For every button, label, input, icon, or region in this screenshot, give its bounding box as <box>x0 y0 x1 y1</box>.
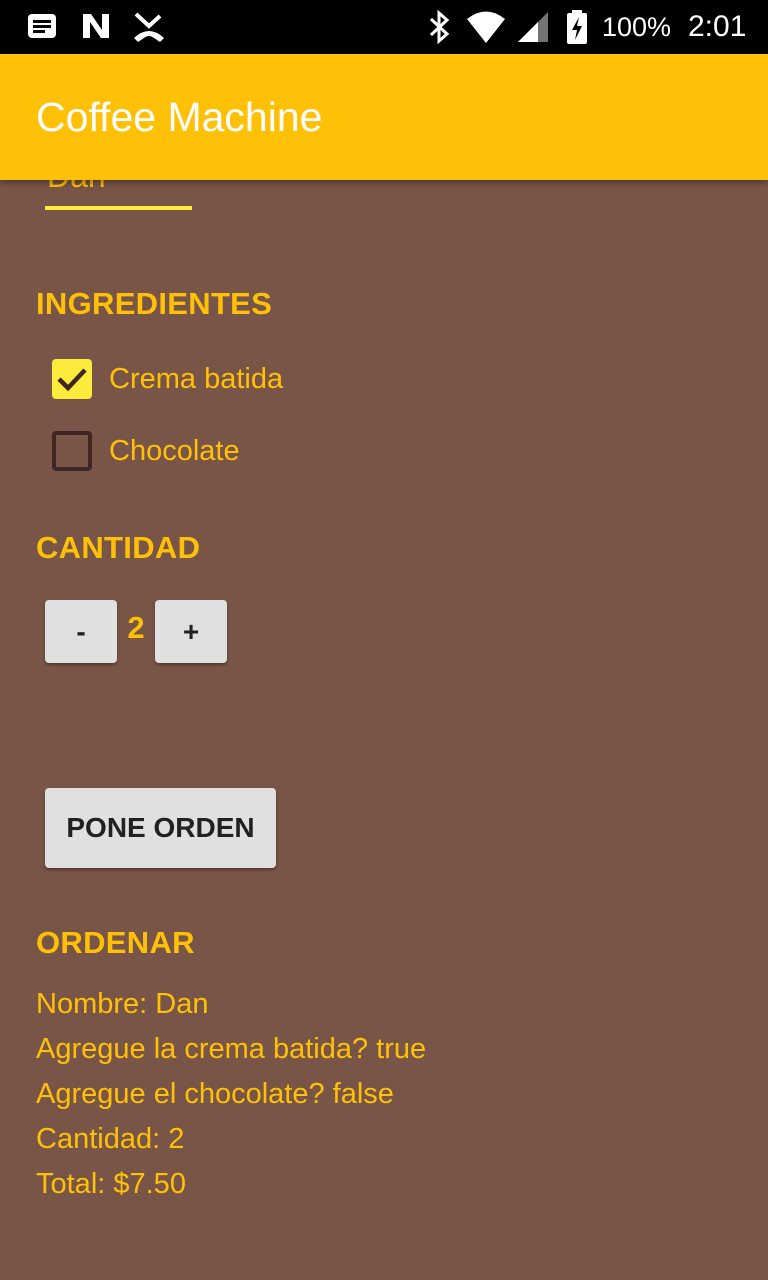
app-title: Coffee Machine <box>36 94 323 140</box>
place-order-label: PONE ORDEN <box>66 812 255 843</box>
decrement-label: - <box>76 615 86 647</box>
summary-total: Total: $7.50 <box>36 1168 186 1200</box>
quantity-heading: CANTIDAD <box>36 530 201 565</box>
summary-quantity: Cantidad: 2 <box>36 1123 185 1155</box>
battery-charging-icon <box>567 10 587 44</box>
summary-whipped-cream: Agregue la crema batida? true <box>36 1033 427 1065</box>
app-bar: Coffee Machine <box>0 54 768 180</box>
quantity-value: 2 <box>127 610 145 645</box>
nfc-icon <box>83 14 109 38</box>
decrement-button[interactable]: - <box>45 600 117 663</box>
increment-label: + <box>182 615 200 647</box>
notification-icon <box>28 14 56 38</box>
chocolate-checkbox[interactable] <box>52 431 92 471</box>
place-order-button[interactable]: PONE ORDEN <box>45 788 276 868</box>
status-bar: 100% 2:01 <box>0 0 768 54</box>
checkmark-icon <box>57 368 87 392</box>
whipped-cream-checkbox[interactable] <box>52 359 92 399</box>
battery-percent: 100% <box>602 12 672 42</box>
wifi-icon <box>467 11 505 43</box>
chocolate-label: Chocolate <box>109 434 240 467</box>
summary-chocolate: Agregue el chocolate? false <box>36 1078 394 1110</box>
chocolate-checkbox-row[interactable]: Chocolate <box>52 430 240 472</box>
signal-icon <box>518 12 548 42</box>
clock: 2:01 <box>688 10 747 43</box>
increment-button[interactable]: + <box>155 600 227 663</box>
app-screen: 100% 2:01 Coffee Machine Dan INGREDIENTE… <box>0 0 768 1280</box>
whipped-cream-checkbox-row[interactable]: Crema batida <box>52 358 283 400</box>
whipped-cream-label: Crema batida <box>109 362 284 395</box>
missed-call-icon <box>134 12 164 42</box>
summary-name: Nombre: Dan <box>36 988 209 1020</box>
ingredients-heading: INGREDIENTES <box>36 286 273 321</box>
bluetooth-icon <box>429 10 450 44</box>
order-summary-heading: ORDENAR <box>36 925 195 960</box>
